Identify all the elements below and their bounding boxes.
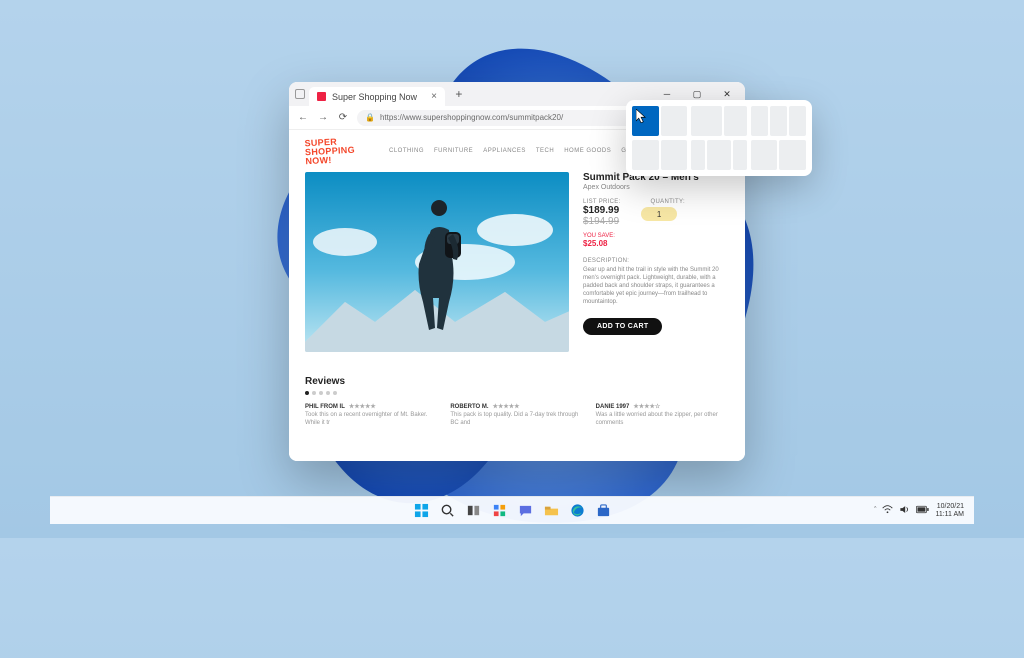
- task-view-icon[interactable]: [462, 500, 484, 522]
- nav-item[interactable]: TECH: [536, 148, 554, 154]
- stars-icon: ★★★★★: [349, 403, 376, 410]
- back-button[interactable]: ←: [297, 112, 309, 124]
- quantity-label: QUANTITY:: [651, 199, 685, 205]
- start-button[interactable]: [410, 500, 432, 522]
- product-brand: Apex Outdoors: [583, 184, 731, 191]
- review-item: ROBERTO M. ★★★★★ This pack is top qualit…: [450, 403, 583, 428]
- edge-icon[interactable]: [566, 500, 588, 522]
- old-price: $194.99: [583, 216, 619, 227]
- snap-layout-option[interactable]: [691, 106, 746, 136]
- stars-icon: ★★★★★: [493, 403, 520, 410]
- review-pager[interactable]: [305, 391, 729, 395]
- quantity-stepper[interactable]: 1: [641, 207, 677, 221]
- add-to-cart-button[interactable]: ADD TO CART: [583, 318, 662, 335]
- reviews-heading: Reviews: [305, 376, 729, 387]
- page-content: SUPER SHOPPING NOW! CLOTHING FURNITURE A…: [289, 130, 745, 461]
- snap-layout-option[interactable]: [751, 106, 806, 136]
- nav-item[interactable]: APPLIANCES: [483, 148, 526, 154]
- product-image: [305, 172, 569, 352]
- store-icon[interactable]: [592, 500, 614, 522]
- snap-layout-option[interactable]: [691, 140, 746, 170]
- save-amount: $25.08: [583, 239, 731, 248]
- cursor-icon: [636, 109, 647, 124]
- system-tray[interactable]: ˆ 10/20/21 11:11 AM: [874, 503, 964, 518]
- nav-item[interactable]: FURNITURE: [434, 148, 473, 154]
- taskbar: ˆ 10/20/21 11:11 AM: [50, 496, 974, 524]
- widgets-icon[interactable]: [488, 500, 510, 522]
- price: $189.99: [583, 205, 619, 216]
- tab-title: Super Shopping Now: [332, 92, 417, 102]
- battery-icon[interactable]: [916, 505, 929, 516]
- address-bar[interactable]: 🔒 https://www.supershoppingnow.com/summi…: [357, 110, 639, 126]
- new-tab-button[interactable]: +: [451, 86, 467, 102]
- snap-layouts-flyout: [626, 100, 812, 176]
- volume-icon[interactable]: [899, 504, 910, 517]
- url-text: https://www.supershoppingnow.com/summitp…: [380, 113, 563, 122]
- stars-icon: ★★★★☆: [633, 403, 660, 410]
- snap-layout-option[interactable]: [632, 140, 687, 170]
- description-label: DESCRIPTION:: [583, 258, 731, 264]
- review-item: PHIL FROM IL ★★★★★ Took this on a recent…: [305, 403, 438, 428]
- lock-icon: 🔒: [365, 113, 375, 122]
- taskbar-pinned-apps: [410, 500, 614, 522]
- search-icon[interactable]: [436, 500, 458, 522]
- chat-icon[interactable]: [514, 500, 536, 522]
- description-text: Gear up and hit the trail in style with …: [583, 266, 731, 306]
- site-logo[interactable]: SUPER SHOPPING NOW!: [304, 137, 355, 167]
- reviews-section: Reviews PHIL FROM IL ★★★★★ Took this on …: [305, 376, 729, 428]
- review-item: DANIE 1997 ★★★★☆ Was a little worried ab…: [596, 403, 729, 428]
- tab-favicon: [317, 92, 326, 101]
- chevron-up-icon[interactable]: ˆ: [874, 507, 876, 514]
- close-tab-icon[interactable]: ×: [431, 91, 437, 102]
- reload-button[interactable]: ⟳: [337, 112, 349, 124]
- browser-tab[interactable]: Super Shopping Now ×: [309, 87, 445, 106]
- clock[interactable]: 10/20/21 11:11 AM: [935, 503, 964, 518]
- forward-button[interactable]: →: [317, 112, 329, 124]
- nav-item[interactable]: HOME GOODS: [564, 148, 611, 154]
- profile-icon[interactable]: [295, 89, 305, 99]
- nav-item[interactable]: CLOTHING: [389, 148, 424, 154]
- product-info: Summit Pack 20 – Men's Apex Outdoors LIS…: [583, 172, 731, 335]
- snap-layout-option[interactable]: [751, 140, 806, 170]
- explorer-icon[interactable]: [540, 500, 562, 522]
- wifi-icon[interactable]: [882, 504, 893, 517]
